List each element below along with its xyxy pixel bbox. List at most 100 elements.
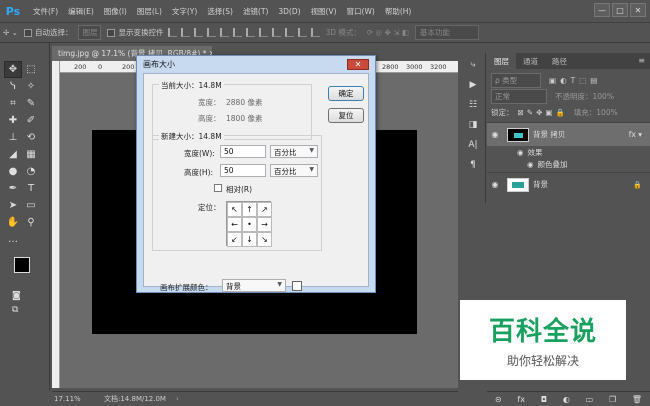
layer-name[interactable]: 背景 拷贝 [533, 129, 565, 140]
extension-color-select[interactable]: 背景 ▼ [222, 279, 286, 292]
brush-tool-icon[interactable]: ✐ [22, 112, 40, 129]
width-input[interactable]: 50 [220, 145, 266, 158]
more-tools-icon[interactable]: … [4, 231, 22, 248]
layer-filter-select[interactable]: ρ 类型 [491, 72, 541, 88]
align-bottom-icon[interactable] [194, 28, 204, 37]
menu-image[interactable]: 图像(I) [104, 6, 127, 17]
tab-layers[interactable]: 图层 [487, 53, 516, 69]
color-overlay-row[interactable]: ◉ 颜色叠加 [487, 158, 650, 170]
layer-name[interactable]: 背景 [533, 179, 548, 190]
maximize-button[interactable]: □ [612, 3, 628, 17]
panel-menu-icon[interactable]: ≡ [633, 53, 650, 69]
align-top-icon[interactable] [168, 28, 178, 37]
anchor-arrow-left-icon[interactable]: ← [227, 217, 242, 232]
workspace-select[interactable]: 基本功能 [414, 25, 479, 40]
distribute-right-icon[interactable] [311, 28, 321, 37]
adjustments-panel-icon[interactable]: ◨ [464, 117, 482, 133]
type-tool-icon[interactable]: T [22, 180, 40, 197]
anchor-arrow-up-left-icon[interactable]: ↖ [227, 202, 242, 217]
anchor-grid[interactable]: ↖ ↑ ↗ ← • → ↙ ↓ ↘ [226, 201, 272, 247]
magic-wand-tool-icon[interactable]: ✧ [22, 78, 40, 95]
tab-channels[interactable]: 通道 [516, 53, 545, 69]
layer-row[interactable]: ◉ 背景 拷贝 fx ▾ [487, 122, 650, 146]
menu-file[interactable]: 文件(F) [33, 6, 58, 17]
distribute-vcenter-icon[interactable] [259, 28, 269, 37]
width-unit-select[interactable]: 百分比 ▼ [270, 145, 318, 158]
history-brush-tool-icon[interactable]: ⟲ [22, 129, 40, 146]
align-hcenter-icon[interactable] [220, 28, 230, 37]
move-tool-icon[interactable]: ✥ [4, 61, 22, 78]
quick-mask-icon[interactable]: ◙ [12, 291, 21, 301]
menu-window[interactable]: 窗口(W) [347, 6, 375, 17]
dialog-title[interactable]: 画布大小 [137, 56, 375, 72]
pen-tool-icon[interactable]: ✒ [4, 180, 22, 197]
paragraph-panel-icon[interactable]: ¶ [464, 157, 482, 173]
anchor-arrow-up-right-icon[interactable]: ↗ [257, 202, 272, 217]
lasso-tool-icon[interactable]: ᓭ [4, 78, 22, 95]
menu-select[interactable]: 选择(S) [207, 6, 233, 17]
dodge-tool-icon[interactable]: ◔ [22, 163, 40, 180]
menu-type[interactable]: 文字(Y) [172, 6, 197, 17]
fill-value[interactable]: 100% [596, 108, 617, 117]
screen-mode-icon[interactable]: ⧉ [12, 305, 18, 315]
menu-edit[interactable]: 编辑(E) [68, 6, 94, 17]
blur-tool-icon[interactable]: ● [4, 163, 22, 180]
menu-layer[interactable]: 图层(L) [137, 6, 162, 17]
eye-icon[interactable]: ◉ [517, 148, 524, 157]
anchor-center-icon[interactable]: • [242, 217, 257, 232]
move-tool-preset-icon[interactable]: ✢ ⌄ [3, 28, 18, 37]
distribute-bottom-icon[interactable] [272, 28, 282, 37]
anchor-arrow-down-right-icon[interactable]: ↘ [257, 232, 272, 247]
blend-mode-select[interactable]: 正常 [491, 88, 547, 104]
link-layers-icon[interactable]: ⊝ [495, 395, 502, 404]
clone-stamp-tool-icon[interactable]: ⊥ [4, 129, 22, 146]
layer-row[interactable]: ◉ 背景 🔒 [487, 172, 650, 196]
ok-button[interactable]: 确定 [328, 86, 364, 101]
gradient-tool-icon[interactable]: ▦ [22, 146, 40, 163]
status-menu-chevron-icon[interactable]: › [176, 395, 179, 403]
crop-tool-icon[interactable]: ⌗ [4, 95, 22, 112]
distribute-top-icon[interactable] [246, 28, 256, 37]
adjustment-layer-icon[interactable]: ◐ [563, 395, 570, 404]
actions-panel-icon[interactable]: ▶ [464, 77, 482, 93]
eye-icon[interactable]: ◉ [487, 130, 503, 139]
distribute-hcenter-icon[interactable] [298, 28, 308, 37]
healing-brush-tool-icon[interactable]: ✚ [4, 112, 22, 129]
show-transform-checkbox[interactable] [107, 28, 116, 37]
opacity-value[interactable]: 100% [593, 92, 614, 101]
align-right-icon[interactable] [233, 28, 243, 37]
close-window-button[interactable]: ✕ [630, 3, 646, 17]
delete-layer-icon[interactable]: 🗑 [632, 395, 642, 404]
history-panel-icon[interactable]: ⤷ [464, 57, 482, 73]
hand-tool-icon[interactable]: ✋ [4, 214, 22, 231]
menu-help[interactable]: 帮助(H) [385, 6, 412, 17]
relative-checkbox[interactable] [214, 184, 222, 192]
path-selection-tool-icon[interactable]: ➤ [4, 197, 22, 214]
minimize-button[interactable]: — [594, 3, 610, 17]
align-left-icon[interactable] [207, 28, 217, 37]
dialog-close-button[interactable]: ✕ [347, 59, 369, 70]
menu-view[interactable]: 视图(V) [311, 6, 337, 17]
eye-icon[interactable]: ◉ [487, 180, 503, 189]
character-panel-icon[interactable]: A| [464, 137, 482, 153]
new-group-icon[interactable]: ▭ [586, 395, 594, 404]
anchor-arrow-down-left-icon[interactable]: ↙ [227, 232, 242, 247]
layer-fx-badge[interactable]: fx ▾ [629, 130, 642, 139]
properties-panel-icon[interactable]: ☷ [464, 97, 482, 113]
eyedropper-tool-icon[interactable]: ✎ [22, 95, 40, 112]
marquee-tool-icon[interactable]: ⬚ [22, 61, 40, 78]
anchor-arrow-down-icon[interactable]: ↓ [242, 232, 257, 247]
eye-icon[interactable]: ◉ [527, 160, 534, 169]
distribute-left-icon[interactable] [285, 28, 295, 37]
anchor-arrow-right-icon[interactable]: → [257, 217, 272, 232]
new-layer-icon[interactable]: ❐ [609, 395, 616, 404]
height-unit-select[interactable]: 百分比 ▼ [270, 164, 318, 177]
anchor-arrow-up-icon[interactable]: ↑ [242, 202, 257, 217]
menu-3d[interactable]: 3D(D) [278, 7, 300, 16]
tab-paths[interactable]: 路径 [545, 53, 574, 69]
rectangle-tool-icon[interactable]: ▭ [22, 197, 40, 214]
zoom-tool-icon[interactable]: ⚲ [22, 214, 40, 231]
eraser-tool-icon[interactable]: ◢ [4, 146, 22, 163]
foreground-color-swatch[interactable] [14, 257, 30, 273]
menu-filter[interactable]: 滤镜(T) [243, 6, 268, 17]
